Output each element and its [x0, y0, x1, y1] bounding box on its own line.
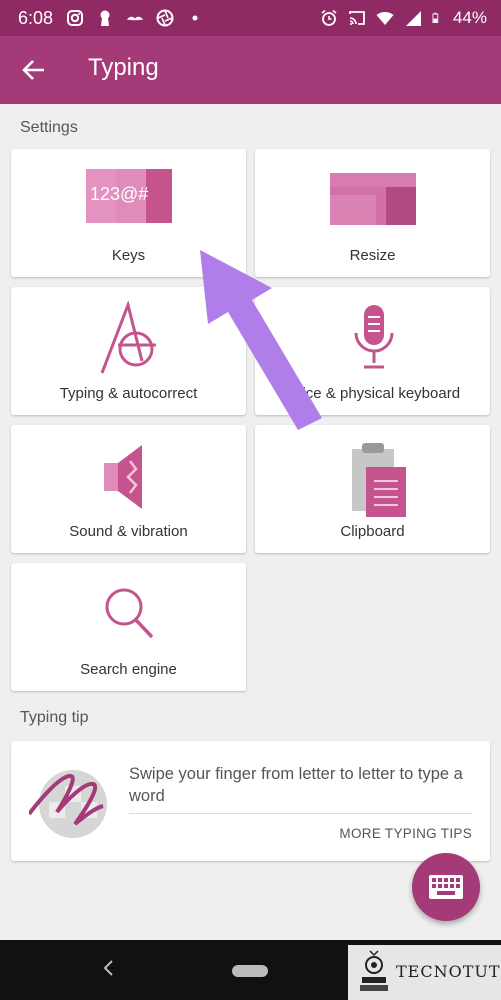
watermark-logo-icon — [360, 950, 388, 991]
nav-home-button[interactable] — [232, 965, 268, 977]
watermark: TECNOTUTO — [348, 945, 501, 1000]
nav-back-icon[interactable] — [100, 958, 116, 978]
watermark-text: TECNOTUTO — [396, 962, 501, 981]
annotation-arrow — [200, 250, 322, 430]
